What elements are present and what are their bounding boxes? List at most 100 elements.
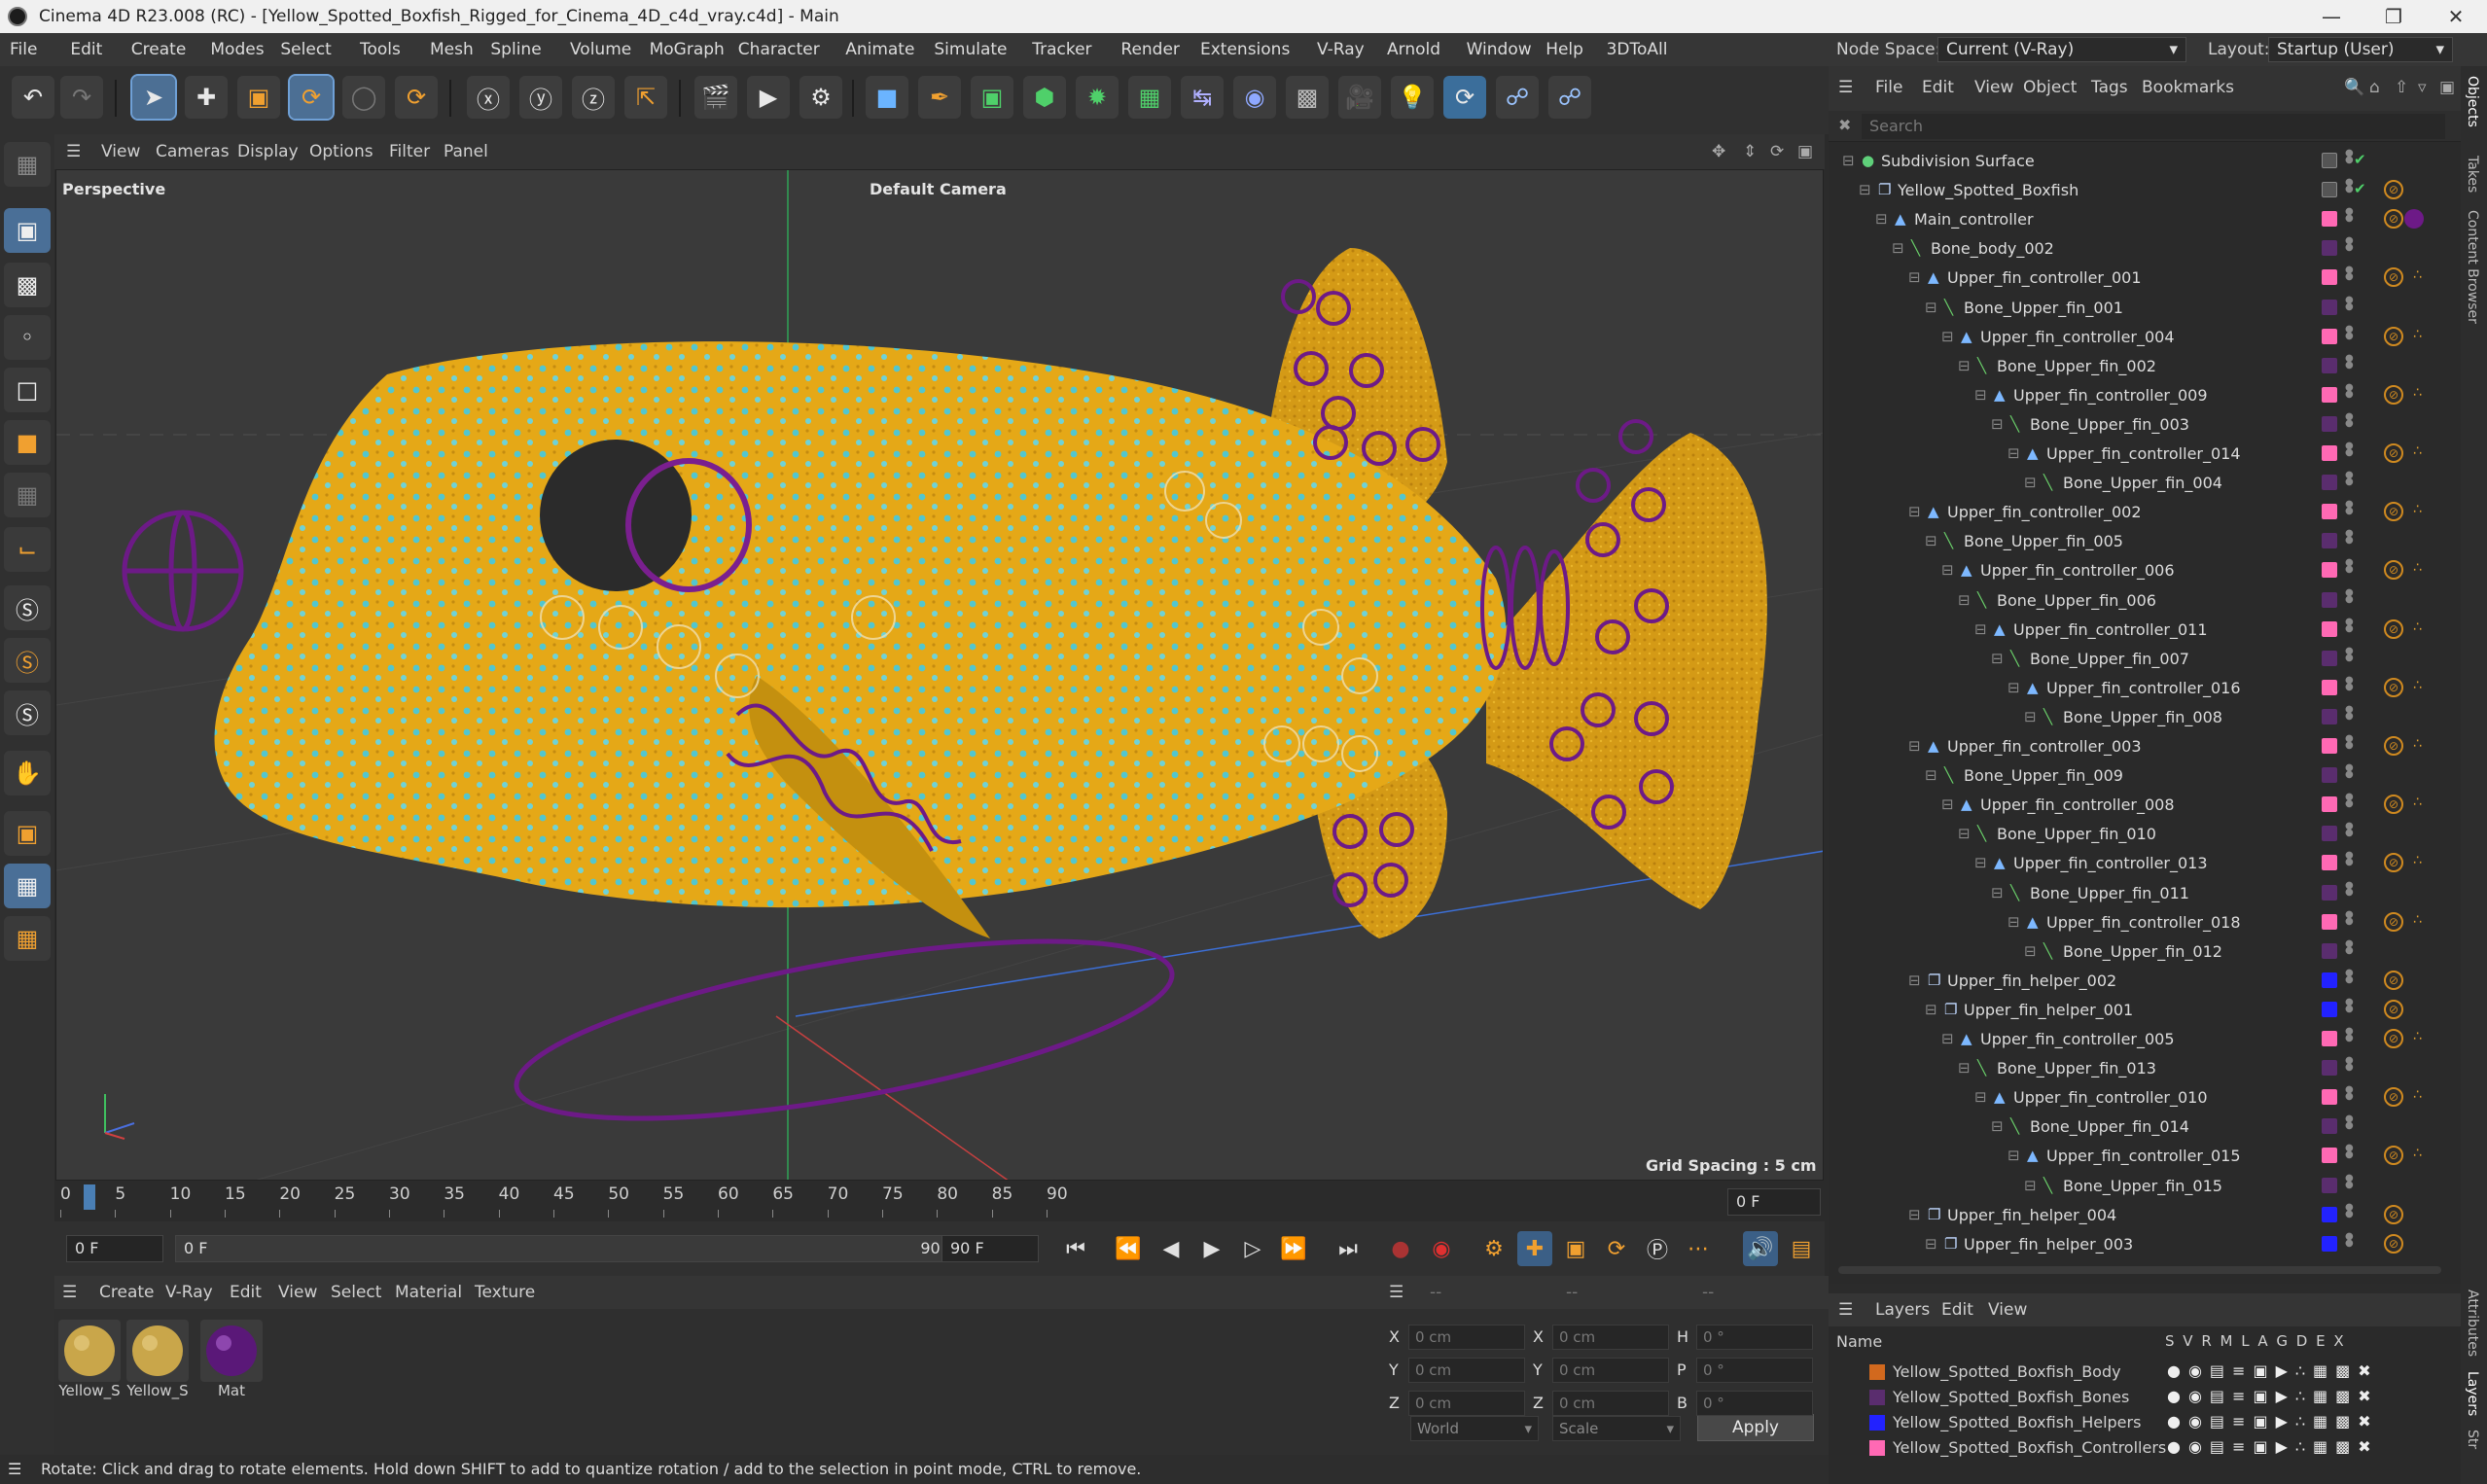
- constraint-tag-icon[interactable]: ∴: [2413, 912, 2422, 928]
- camera-icon[interactable]: 🎥: [1338, 76, 1381, 119]
- object-tree-row[interactable]: ⊟ ╲ Bone_Upper_fin_014 ● ●: [1829, 1112, 2461, 1141]
- visibility-dots-icon[interactable]: ● ●: [2345, 617, 2354, 640]
- minimize-icon[interactable]: —: [2300, 0, 2363, 33]
- hamburger-icon[interactable]: ☰: [8, 1455, 21, 1484]
- object-tree-row[interactable]: ⊟ ▲ Upper_fin_controller_013 ● ● ⊘ ∴: [1829, 848, 2461, 877]
- object-tree-row[interactable]: ⊟ ❐ Upper_fin_helper_004 ● ● ⊘: [1829, 1200, 2461, 1229]
- visibility-dots-icon[interactable]: ● ●: [2345, 909, 2354, 933]
- layer-color-swatch[interactable]: [2322, 504, 2337, 520]
- y-axis-icon[interactable]: ⓨ: [519, 76, 562, 119]
- tab-objects[interactable]: Objects: [2465, 76, 2480, 127]
- layer-row[interactable]: Yellow_Spotted_Boxfish_Bones ●◉▤≡▣▶∴▦▩✖: [1829, 1385, 2461, 1410]
- expand-toggle-icon[interactable]: ⊟: [2024, 708, 2037, 725]
- expand-toggle-icon[interactable]: ⊟: [1941, 1030, 1954, 1047]
- visibility-dots-icon[interactable]: ● ●: [2345, 997, 2354, 1020]
- object-tree-row[interactable]: ⊟ ╲ Bone_Upper_fin_003 ● ●: [1829, 409, 2461, 439]
- material-swatch[interactable]: Mat: [200, 1320, 263, 1399]
- menu-arnold[interactable]: Arnold: [1387, 40, 1440, 59]
- constraint-tag-icon[interactable]: ∴: [2413, 678, 2422, 693]
- object-tree-row[interactable]: ⊟ ▲ Upper_fin_controller_002 ● ● ⊘ ∴: [1829, 497, 2461, 526]
- material-swatch[interactable]: Yellow_S: [58, 1320, 121, 1399]
- expand-toggle-icon[interactable]: ⊟: [1991, 1117, 2004, 1135]
- tab-takes[interactable]: Takes: [2465, 156, 2480, 193]
- coordinate-mode-select[interactable]: World ▾: [1410, 1416, 1539, 1441]
- visibility-dots-icon[interactable]: ● ●: [2345, 587, 2354, 611]
- visibility-dots-icon[interactable]: ● ●: [2345, 704, 2354, 727]
- menu-character[interactable]: Character: [738, 40, 820, 59]
- viewport-menu-panel[interactable]: Panel: [444, 142, 488, 161]
- render-settings-icon[interactable]: ⚙: [799, 76, 842, 119]
- visibility-dots-icon[interactable]: ● ●: [2345, 265, 2354, 288]
- layer-color-swatch[interactable]: [2322, 708, 2337, 724]
- object-tree-row[interactable]: ⊟ ╲ Bone_Upper_fin_005 ● ●: [1829, 526, 2461, 555]
- layer-color-swatch[interactable]: [2322, 1148, 2337, 1164]
- object-tree-row[interactable]: ⊟ ▲ Upper_fin_controller_008 ● ● ⊘ ∴: [1829, 790, 2461, 819]
- constraint-tag-icon[interactable]: ∴: [2413, 267, 2422, 283]
- timeline-window-icon[interactable]: ▤: [1784, 1231, 1819, 1266]
- point-mode-icon[interactable]: ◦: [4, 315, 51, 360]
- protection-tag-icon[interactable]: ⊘: [2384, 853, 2403, 873]
- timeline-ruler[interactable]: 0 F 0 5 10 15 20 25 30 35 40 45 50 55 60 65 70 75 80 85 90: [54, 1181, 1825, 1221]
- coordinate-system-icon[interactable]: ⇱: [624, 76, 667, 119]
- coordinate-field[interactable]: 0 °: [1696, 1391, 1813, 1416]
- layer-color-swatch[interactable]: [2322, 415, 2337, 432]
- render-region-icon[interactable]: 🎬: [694, 76, 737, 119]
- tab-content-browser[interactable]: Content Browser: [2465, 210, 2480, 324]
- layer-row[interactable]: Yellow_Spotted_Boxfish_Controllers ●◉▤≡▣▶…: [1829, 1435, 2461, 1461]
- layer-color-swatch[interactable]: [2322, 357, 2337, 373]
- up-icon[interactable]: ⇧: [2395, 78, 2408, 97]
- visibility-dots-icon[interactable]: ● ●: [2345, 442, 2354, 464]
- menu-help[interactable]: Help: [1545, 40, 1583, 59]
- enabled-check-icon[interactable]: ✔: [2354, 180, 2366, 197]
- coordinate-field[interactable]: 0 cm: [1408, 1358, 1525, 1383]
- viewport-menu-filter[interactable]: Filter: [389, 142, 430, 161]
- protection-tag-icon[interactable]: ⊘: [2384, 795, 2403, 815]
- expand-toggle-icon[interactable]: ⊟: [1974, 1088, 1987, 1106]
- visibility-dots-icon[interactable]: ● ●: [2345, 1056, 2354, 1078]
- object-tree-row[interactable]: ⊟ ╲ Bone_Upper_fin_001 ● ●: [1829, 293, 2461, 322]
- expand-toggle-icon[interactable]: ⊟: [2024, 1177, 2037, 1194]
- expand-toggle-icon[interactable]: ⊟: [1974, 386, 1987, 404]
- protection-tag-icon[interactable]: ⊘: [2384, 1029, 2403, 1048]
- expand-toggle-icon[interactable]: ⊟: [1908, 972, 1921, 989]
- close-icon[interactable]: ✕: [2425, 0, 2487, 33]
- key-position-icon[interactable]: ✚: [1517, 1231, 1552, 1266]
- hamburger-icon[interactable]: ☰: [62, 1283, 77, 1302]
- menu-animate[interactable]: Animate: [845, 40, 914, 59]
- layer-color-swatch[interactable]: [2322, 1177, 2337, 1193]
- layer-color-swatch[interactable]: [2322, 1235, 2337, 1252]
- object-tree-row[interactable]: ⊟ ❐ Yellow_Spotted_Boxfish ● ● ⊘ ✔: [1829, 175, 2461, 204]
- object-tree-row[interactable]: ⊟ ▲ Upper_fin_controller_011 ● ● ⊘ ∴: [1829, 615, 2461, 644]
- protection-tag-icon[interactable]: ⊘: [2384, 736, 2403, 756]
- close-icon[interactable]: ✖: [1838, 116, 1851, 134]
- visibility-dots-icon[interactable]: ● ●: [2345, 1202, 2354, 1225]
- model-mode-icon[interactable]: ▣: [4, 208, 51, 253]
- constraint-tag-icon[interactable]: ∴: [2413, 736, 2422, 752]
- select-cursor-icon[interactable]: ➤: [130, 74, 177, 121]
- protection-tag-icon[interactable]: ⊘: [2384, 180, 2403, 200]
- edge-mode-icon[interactable]: □: [4, 368, 51, 412]
- previous-frame-icon[interactable]: ◀: [1154, 1231, 1189, 1266]
- layer-color-swatch[interactable]: [2322, 591, 2337, 608]
- visibility-dots-icon[interactable]: ● ●: [2345, 558, 2354, 581]
- constraint-tag-icon[interactable]: ∴: [2413, 560, 2422, 576]
- visibility-dots-icon[interactable]: ● ●: [2345, 471, 2354, 493]
- menu-3dtoall[interactable]: 3DToAll: [1607, 40, 1668, 59]
- python-script-icon[interactable]: ☍: [1548, 76, 1591, 119]
- expand-toggle-icon[interactable]: ⊟: [1908, 268, 1921, 286]
- menu-modes[interactable]: Modes: [210, 40, 264, 59]
- layer-color-swatch[interactable]: [2322, 884, 2337, 901]
- expand-toggle-icon[interactable]: ⊟: [1859, 181, 1871, 198]
- expand-toggle-icon[interactable]: ⊟: [1974, 854, 1987, 871]
- layer-flags-icons[interactable]: ●◉▤≡▣▶∴▦▩✖: [2167, 1412, 2379, 1431]
- start-frame-field[interactable]: 0 F: [66, 1235, 163, 1262]
- protection-tag-icon[interactable]: ⊘: [2384, 911, 2403, 932]
- visibility-dots-icon[interactable]: ● ●: [2345, 207, 2354, 230]
- axis-mode-icon[interactable]: ⌙: [4, 527, 51, 572]
- menu-create[interactable]: Create: [131, 40, 187, 59]
- visibility-dots-icon[interactable]: ● ●: [2345, 236, 2354, 259]
- tab-structure[interactable]: Str: [2465, 1430, 2480, 1449]
- object-tree-row[interactable]: ⊟ ▲ Upper_fin_controller_001 ● ● ⊘ ∴: [1829, 263, 2461, 292]
- constraint-tag-icon[interactable]: ∴: [2413, 327, 2422, 342]
- visibility-dots-icon[interactable]: ● ●: [2345, 1144, 2354, 1166]
